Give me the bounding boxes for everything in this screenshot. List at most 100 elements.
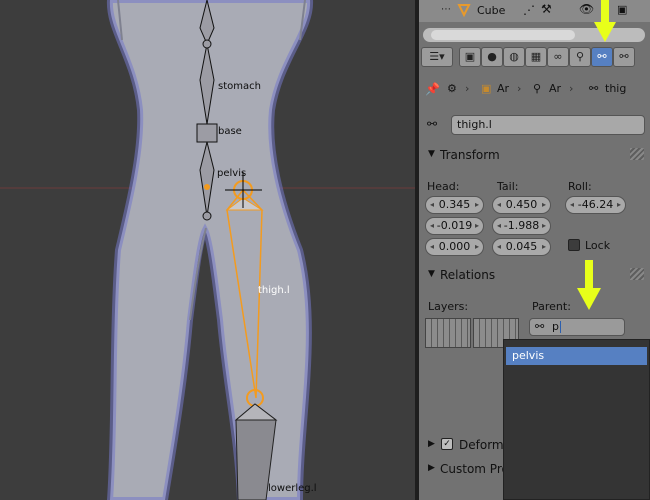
relations-panel-header[interactable]: ▼ Relations xyxy=(419,264,650,286)
viewport-scene xyxy=(0,0,415,500)
tail-z-field[interactable]: ◂ 0.045 ▸ xyxy=(492,238,551,256)
panel-grip-icon[interactable] xyxy=(630,268,644,280)
browse-context-icon[interactable]: ⚙ xyxy=(447,82,457,95)
breadcrumb-item-armature: Ar xyxy=(549,82,562,95)
bone-label-lowerleg: lowerleg.l xyxy=(268,483,317,494)
wrench-icon[interactable]: ⚒ xyxy=(541,2,552,16)
increment-arrow-icon[interactable]: ▸ xyxy=(542,239,546,255)
highlight-arrow-top xyxy=(594,0,616,42)
tail-y-field[interactable]: ◂ -1.988 ▸ xyxy=(492,217,551,235)
visibility-eye-icon[interactable]: 👁 xyxy=(579,2,594,16)
expand-triangle-icon: ▶ xyxy=(428,463,435,473)
decrement-arrow-icon[interactable]: ◂ xyxy=(430,197,434,213)
armature-icon: ⚲ xyxy=(533,82,542,95)
transform-panel-header[interactable]: ▼ Transform xyxy=(419,144,650,166)
armature-data-icon: ⚲ xyxy=(575,50,585,63)
bone-icon: ⚯ xyxy=(597,50,607,63)
head-y-field[interactable]: ◂ -0.019 ▸ xyxy=(425,217,484,235)
object-icon: ▦ xyxy=(530,50,542,63)
tab-constraints[interactable]: ∞ xyxy=(547,47,569,67)
parent-search-dropdown: pelvis xyxy=(503,339,650,500)
bone-label-base: base xyxy=(218,126,242,137)
parent-field-text: p xyxy=(552,320,559,333)
breadcrumb-item-object: Ar xyxy=(497,82,510,95)
transform-panel-body: Head: Tail: Roll: ◂ 0.345 ▸ ◂ -0.019 ▸ ◂ 0.00… xyxy=(419,168,650,260)
transform-panel-title: Transform xyxy=(440,148,500,162)
scene-icon: ● xyxy=(487,50,497,63)
collapse-triangle-icon: ▼ xyxy=(428,269,435,279)
lock-label: Lock xyxy=(585,239,611,252)
decrement-arrow-icon[interactable]: ◂ xyxy=(497,239,501,255)
bone-icon: ⚯ xyxy=(535,320,545,333)
decrement-arrow-icon[interactable]: ◂ xyxy=(430,218,434,234)
lock-checkbox[interactable] xyxy=(568,239,580,251)
tab-render[interactable]: ▣ xyxy=(459,47,481,67)
tab-armature-data[interactable]: ⚲ xyxy=(569,47,591,67)
decrement-arrow-icon[interactable]: ◂ xyxy=(430,239,434,255)
breadcrumb: 📌 ⚙ › ▣ Ar › ⚲ Ar › ⚯ thig xyxy=(419,78,650,100)
tail-x-field[interactable]: ◂ 0.450 ▸ xyxy=(492,196,551,214)
head-x-field[interactable]: ◂ 0.345 ▸ xyxy=(425,196,484,214)
increment-arrow-icon[interactable]: ▸ xyxy=(542,197,546,213)
bone-name-field[interactable]: thigh.l xyxy=(451,115,645,135)
editor-type-menu-button[interactable]: ☰▾ xyxy=(421,47,453,67)
roll-field[interactable]: ◂ -46.24 ▸ xyxy=(565,196,626,214)
editor-menu-icon: ☰▾ xyxy=(429,50,445,63)
render-icon: ▣ xyxy=(464,50,476,63)
breadcrumb-item-bone: thig xyxy=(605,82,627,95)
increment-arrow-icon[interactable]: ▸ xyxy=(542,218,546,234)
bone-label-thigh: thigh.l xyxy=(258,285,290,296)
constraints-icon: ∞ xyxy=(553,50,563,63)
panel-grip-icon[interactable] xyxy=(630,148,644,160)
head-z-field[interactable]: ◂ 0.000 ▸ xyxy=(425,238,484,256)
tab-scene[interactable]: ● xyxy=(481,47,503,67)
tab-bone-constraints[interactable]: ⚯ xyxy=(613,47,635,67)
context-tabs: ☰▾ ▣ ● ◍ ▦ ∞ ⚲ ⚯ ⚯ xyxy=(421,47,649,69)
increment-arrow-icon[interactable]: ▸ xyxy=(617,197,621,213)
scrollbar-thumb[interactable] xyxy=(431,30,575,40)
highlight-arrow-parent xyxy=(577,260,601,310)
pin-icon[interactable]: 📌 xyxy=(425,82,440,96)
bone-icon: ⚯ xyxy=(589,82,599,95)
breadcrumb-sep-icon: › xyxy=(569,82,574,95)
increment-arrow-icon[interactable]: ▸ xyxy=(475,197,479,213)
breadcrumb-sep-icon: › xyxy=(465,82,470,95)
decrement-arrow-icon[interactable]: ◂ xyxy=(497,197,501,213)
roll-label: Roll: xyxy=(568,180,592,193)
layers-label: Layers: xyxy=(428,300,469,313)
text-cursor xyxy=(560,321,561,333)
dropdown-item-pelvis[interactable]: pelvis xyxy=(506,347,647,365)
increment-arrow-icon[interactable]: ▸ xyxy=(475,239,479,255)
tab-bone[interactable]: ⚯ xyxy=(591,47,613,67)
deform-panel-title: Deform xyxy=(459,438,504,452)
decrement-arrow-icon[interactable]: ◂ xyxy=(497,218,501,234)
3d-viewport[interactable]: stomach base pelvis thigh.l lowerleg.l xyxy=(0,0,415,500)
parent-search-field[interactable]: ⚯ p xyxy=(529,318,625,336)
tab-world[interactable]: ◍ xyxy=(503,47,525,67)
bone-layers-grid-1[interactable] xyxy=(425,318,471,348)
parent-label: Parent: xyxy=(532,300,571,313)
render-camera-icon[interactable]: ▣ xyxy=(617,3,627,16)
properties-editor: ⋯ Cube ⋰ ⚒ 👁 ▣ ☰▾ ▣ ● ◍ ▦ ∞ ⚲ ⚯ ⚯ 📌 ⚙ › … xyxy=(419,0,650,500)
increment-arrow-icon[interactable]: ▸ xyxy=(475,218,479,234)
outliner-object-name: Cube xyxy=(477,4,506,17)
deform-checkbox[interactable]: ✓ xyxy=(441,438,453,450)
expand-triangle-icon: ▶ xyxy=(428,439,435,449)
bone-constraint-icon: ⚯ xyxy=(619,50,629,63)
breadcrumb-sep-icon: › xyxy=(517,82,522,95)
bone-label-pelvis: pelvis xyxy=(217,168,247,179)
collapse-triangle-icon: ▼ xyxy=(428,149,435,159)
tab-object[interactable]: ▦ xyxy=(525,47,547,67)
bone-name-icon: ⚯ xyxy=(427,117,438,131)
tail-label: Tail: xyxy=(497,180,519,193)
relations-panel-title: Relations xyxy=(440,268,496,282)
head-label: Head: xyxy=(427,180,460,193)
mesh-object-icon xyxy=(457,4,471,17)
custom-properties-panel-title: Custom Pro xyxy=(440,462,509,476)
object-tree-icon: ⋯ xyxy=(441,4,451,15)
bone-label-stomach: stomach xyxy=(218,81,261,92)
world-icon: ◍ xyxy=(509,50,519,63)
vertex-mode-icon[interactable]: ⋰ xyxy=(523,3,535,17)
decrement-arrow-icon[interactable]: ◂ xyxy=(570,197,574,213)
armature-object-icon: ▣ xyxy=(481,82,492,95)
